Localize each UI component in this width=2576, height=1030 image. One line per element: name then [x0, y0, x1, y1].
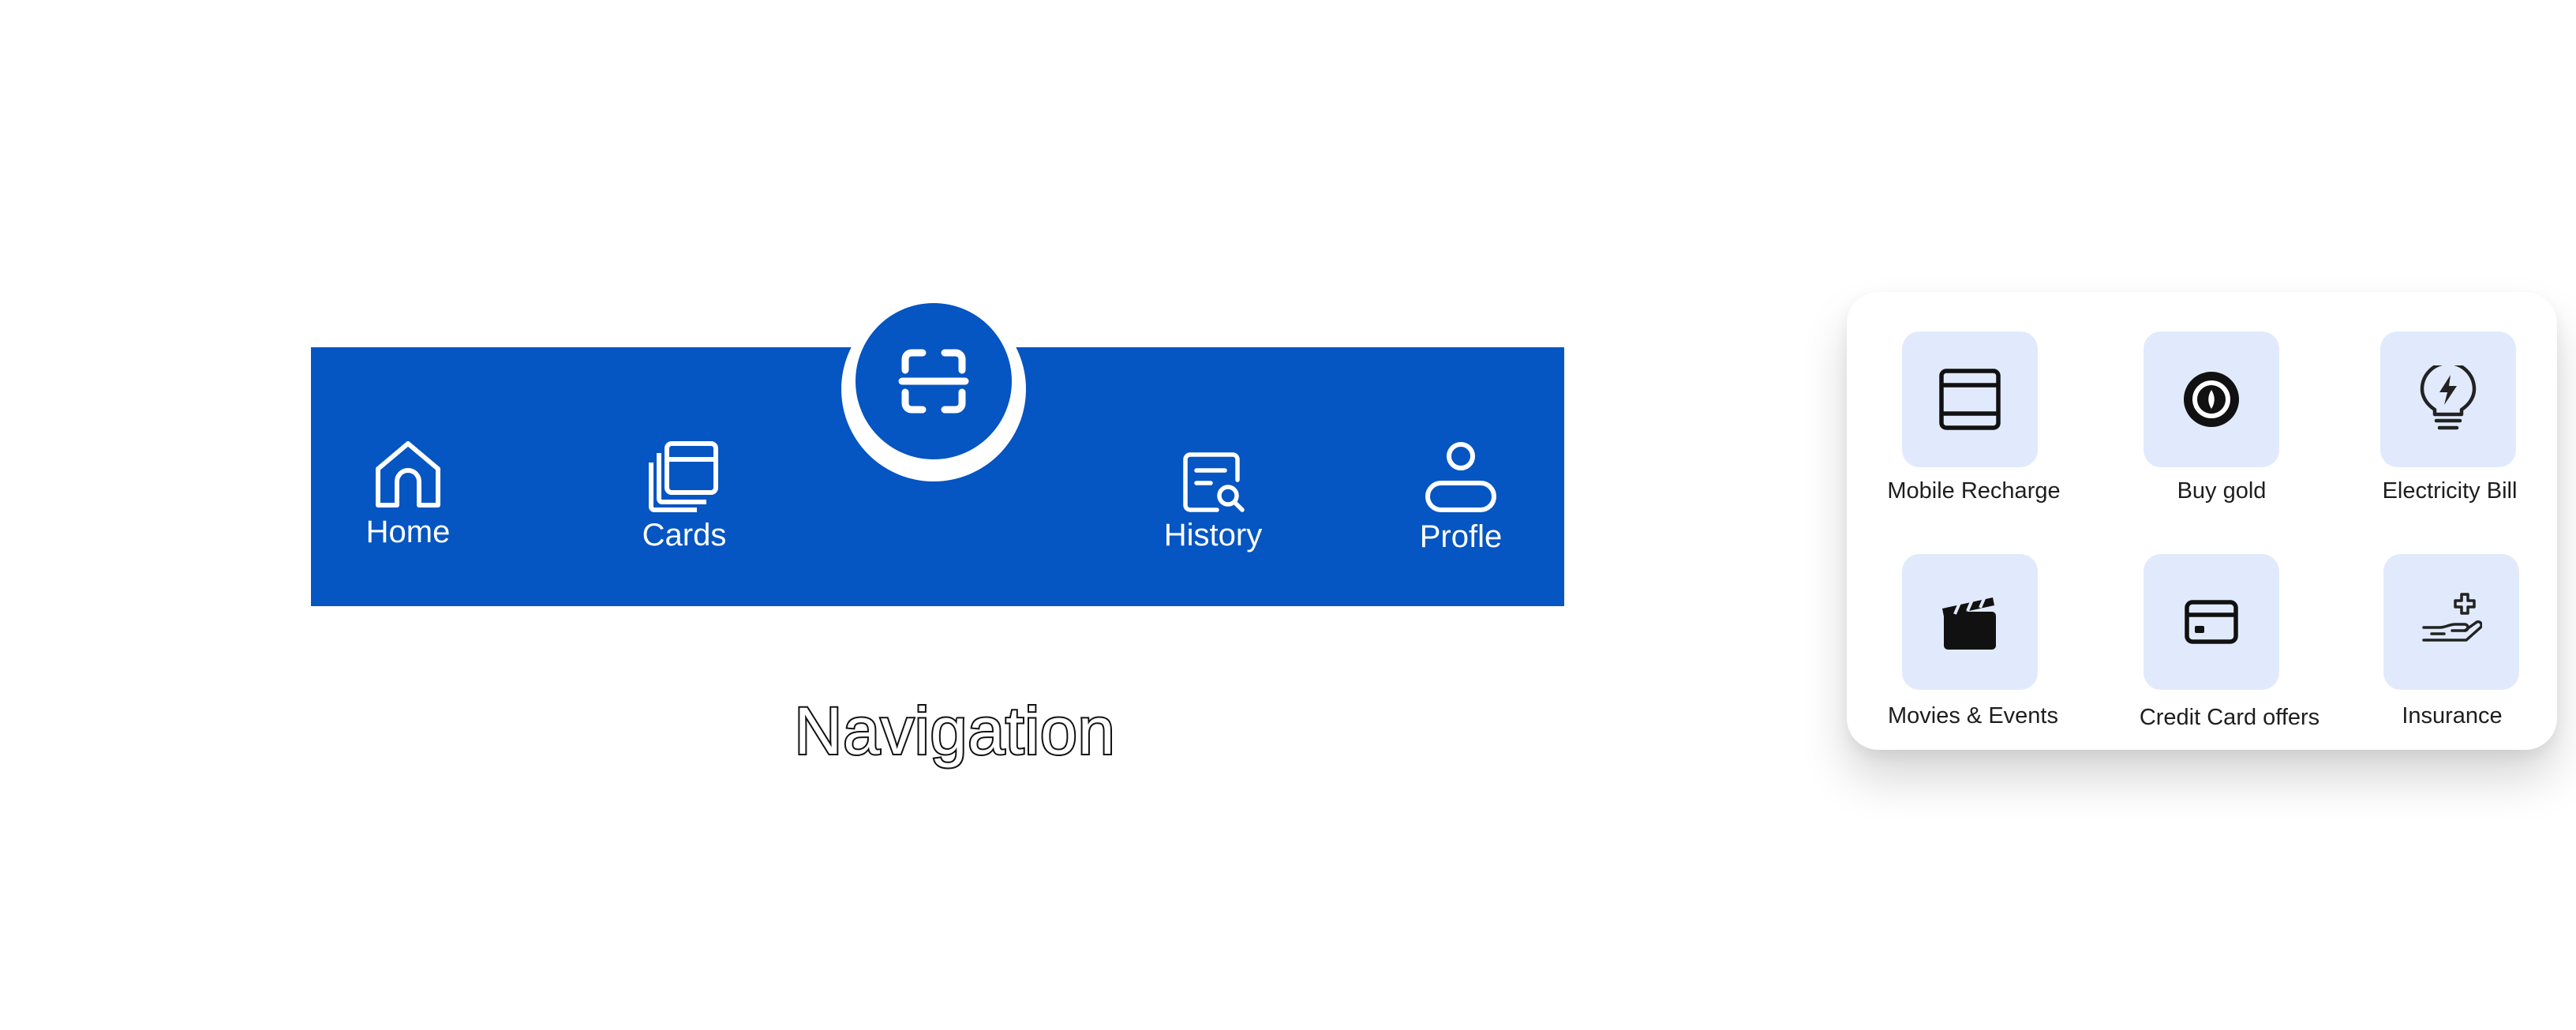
section-caption: Navigation	[793, 692, 1117, 770]
home-icon	[376, 441, 440, 508]
gold-coin-icon	[2184, 372, 2239, 427]
service-tile-mobile-recharge[interactable]	[1902, 331, 2038, 467]
service-tile-insurance[interactable]	[2383, 554, 2519, 690]
nav-item-label: Home	[365, 515, 451, 549]
nav-item-home[interactable]: Home	[357, 436, 459, 548]
nav-item-label: Cards	[642, 518, 727, 552]
credit-card-icon	[2185, 600, 2238, 644]
nav-item-profile[interactable]: Profle	[1410, 440, 1512, 552]
clapperboard-icon	[1942, 596, 1996, 650]
service-label: Electricity Bill	[2382, 478, 2518, 504]
nav-item-history[interactable]: History	[1154, 450, 1272, 551]
service-tile-electricity-bill[interactable]	[2380, 331, 2516, 467]
nav-item-label: History	[1163, 518, 1263, 552]
insurance-hand-icon	[2422, 593, 2482, 642]
profile-icon	[1425, 442, 1496, 512]
history-search-icon	[1183, 452, 1245, 512]
service-tile-movies-events[interactable]	[1902, 554, 2038, 690]
service-label: Insurance	[2402, 703, 2503, 728]
scan-button[interactable]	[856, 303, 1012, 459]
service-tile-buy-gold[interactable]	[2144, 331, 2279, 467]
service-label: Movies & Events	[1888, 703, 2058, 728]
service-label: Mobile Recharge	[1887, 478, 2061, 504]
nav-item-label: Profle	[1419, 519, 1503, 554]
service-tile-credit-card-offers[interactable]	[2144, 554, 2279, 690]
service-label: Buy gold	[2177, 478, 2267, 504]
scan-qr-icon	[898, 349, 969, 414]
nav-item-cards[interactable]: Cards	[631, 439, 737, 551]
canvas: Home Cards History Profle Navigation Mob…	[0, 0, 2576, 1030]
mobile-recharge-icon	[1939, 369, 2001, 430]
service-label: Credit Card offers	[2139, 705, 2320, 730]
cards-icon	[649, 441, 718, 512]
lightbulb-bolt-icon	[2420, 365, 2477, 430]
